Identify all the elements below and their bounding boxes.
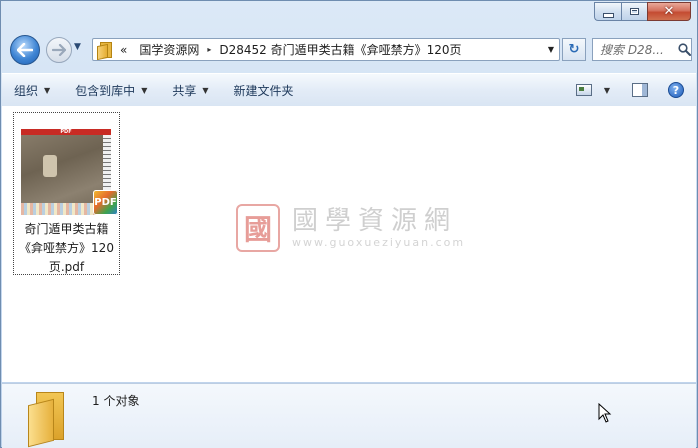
new-folder-label: 新建文件夹	[233, 83, 294, 98]
share-label: 共享	[172, 83, 197, 98]
minimize-button[interactable]	[594, 2, 621, 21]
file-item-pdf[interactable]: PDF PDF 奇门遁甲类古籍《弇哑禁方》120页.pdf	[13, 112, 120, 275]
forward-button[interactable]	[46, 37, 72, 63]
forward-arrow-icon	[52, 44, 66, 56]
include-in-library-menu[interactable]: 包含到库中 ▼	[63, 74, 160, 106]
watermark: 國 國學資源網 www.guoxueziyuan.com	[236, 202, 465, 254]
share-menu[interactable]: 共享 ▼	[160, 74, 221, 106]
help-icon: ?	[668, 82, 684, 98]
file-name-label: 奇门遁甲类古籍《弇哑禁方》120页.pdf	[19, 222, 114, 274]
organize-menu[interactable]: 组织 ▼	[2, 74, 63, 106]
refresh-button[interactable]: ↻	[562, 38, 586, 61]
address-bar[interactable]: « 国学资源网 ▸ D28452 奇门遁甲类古籍《弇哑禁方》120页 ▼	[92, 38, 560, 61]
details-pane: 1 个对象	[2, 383, 696, 448]
search-icon	[678, 43, 691, 56]
chevron-down-icon: ▼	[603, 85, 610, 95]
recent-pages-dropdown[interactable]: ▼	[74, 42, 81, 52]
mouse-cursor-icon	[598, 403, 612, 423]
chevron-down-icon: ▼	[202, 85, 209, 95]
chevron-down-icon: ▼	[44, 85, 51, 95]
command-bar: 组织 ▼ 包含到库中 ▼ 共享 ▼ 新建文件夹 ▼ ?	[2, 73, 696, 107]
maximize-icon	[630, 8, 639, 15]
breadcrumb-item-current-folder[interactable]: D28452 奇门遁甲类古籍《弇哑禁方》120页	[213, 41, 467, 58]
close-icon: ✕	[663, 4, 675, 19]
breadcrumb-overflow[interactable]: «	[112, 43, 133, 57]
file-list-area[interactable]: PDF PDF 奇门遁甲类古籍《弇哑禁方》120页.pdf 國 國學資源網 ww…	[2, 106, 696, 382]
search-input[interactable]	[598, 41, 678, 58]
search-box[interactable]	[592, 38, 692, 61]
minimize-icon	[602, 12, 614, 18]
folder-icon	[28, 392, 70, 448]
toolbar-right-group: ▼ ?	[568, 74, 696, 106]
navigation-bar: ▼ « 国学资源网 ▸ D28452 奇门遁甲类古籍《弇哑禁方》120页 ▼ ↻	[10, 34, 692, 66]
back-button[interactable]	[10, 35, 40, 65]
pdf-icon: PDF	[93, 190, 118, 215]
watermark-name: 國學資源網	[292, 206, 458, 236]
change-view-button[interactable]	[568, 74, 600, 106]
object-count: 1 个对象	[92, 394, 140, 408]
caption-buttons: ✕	[594, 2, 691, 21]
organize-label: 组织	[14, 83, 39, 98]
watermark-url: www.guoxueziyuan.com	[292, 236, 466, 249]
address-dropdown-icon[interactable]: ▼	[543, 45, 559, 54]
maximize-button[interactable]	[621, 2, 647, 21]
thumbnail-page-mark	[43, 155, 57, 177]
folder-icon	[97, 42, 112, 61]
watermark-seal: 國	[236, 204, 280, 252]
close-button[interactable]: ✕	[647, 2, 691, 21]
back-arrow-icon	[17, 43, 33, 57]
view-icon	[575, 84, 592, 96]
preview-pane-icon	[632, 83, 648, 97]
breadcrumb-item-site[interactable]: 国学资源网	[133, 41, 205, 58]
view-options-dropdown[interactable]: ▼	[600, 74, 620, 106]
explorer-window: ✕ ▼ « 国学资源网 ▸ D28452 奇门遁甲类古籍《弇哑禁方》120页 ▼…	[0, 0, 698, 448]
breadcrumb-separator[interactable]: ▸	[205, 45, 213, 54]
preview-pane-button[interactable]	[620, 74, 660, 106]
include-in-library-label: 包含到库中	[75, 83, 136, 98]
chevron-down-icon: ▼	[141, 85, 148, 95]
watermark-text: 國學資源網 www.guoxueziyuan.com	[292, 206, 465, 250]
refresh-icon: ↻	[568, 42, 580, 57]
help-button[interactable]: ?	[660, 74, 696, 106]
new-folder-button[interactable]: 新建文件夹	[222, 74, 307, 106]
thumbnail-header: PDF	[21, 129, 111, 135]
